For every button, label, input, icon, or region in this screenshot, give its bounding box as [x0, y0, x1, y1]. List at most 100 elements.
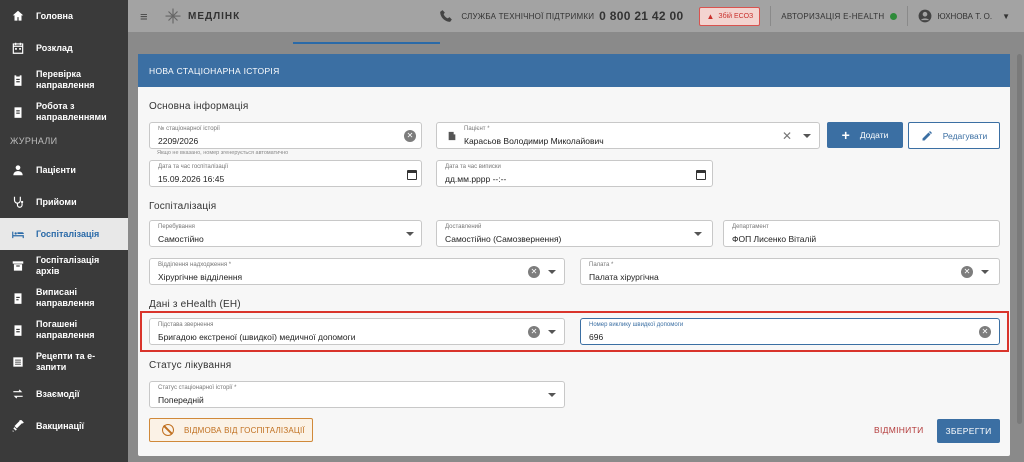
user-name: ЮХНОВА Т. О.: [937, 11, 993, 21]
user-avatar-icon: [918, 9, 931, 23]
active-tab-indicator: [293, 42, 440, 44]
medlink-logo-icon: [165, 8, 181, 24]
chevron-down-icon[interactable]: [694, 232, 702, 236]
admission-datetime-field[interactable]: Дата та час госпіталізації 15.09.2026 16…: [149, 160, 422, 187]
discharge-datetime-field[interactable]: Дата та час виписки дд.мм.рррр --:--: [436, 160, 713, 187]
sidebar-item-label: Госпіталізація архів: [36, 255, 100, 276]
sidebar-item-referrals-work[interactable]: Робота з направленнями: [0, 96, 128, 128]
admission-unit-select[interactable]: Відділення надходження * Хірургічне відд…: [149, 258, 565, 285]
sidebar-item-referral-check[interactable]: Перевірка направлення: [0, 64, 128, 96]
field-label: № стаціонарної історії: [158, 126, 220, 132]
ehealth-auth-status[interactable]: АВТОРИЗАЦІЯ E-HEALTH: [781, 12, 897, 21]
sidebar-item-redeemed-referrals[interactable]: Погашені направлення: [0, 314, 128, 346]
sidebar-item-hospitalization-archive[interactable]: Госпіталізація архів: [0, 250, 128, 282]
sidebar-section-journals: ЖУРНАЛИ: [10, 136, 58, 146]
sidebar-item-prescriptions[interactable]: Рецепти та е-запити: [0, 346, 128, 378]
sidebar-item-home[interactable]: Головна: [0, 0, 128, 32]
close-icon[interactable]: ✕: [782, 129, 792, 143]
logo[interactable]: МЕДЛІНК: [164, 7, 240, 25]
sidebar-item-schedule[interactable]: Розклад: [0, 32, 128, 64]
department-field: Департамент ФОП Лисенко Віталій: [723, 220, 1000, 247]
chevron-down-icon[interactable]: [548, 393, 556, 397]
field-value: Карасьов Володимир Миколайович: [464, 136, 604, 146]
field-value: 15.09.2026 16:45: [158, 174, 225, 184]
basis-select[interactable]: Підстава звернення Бригадою екстреної (ш…: [149, 318, 565, 345]
field-label: Департамент: [732, 224, 769, 230]
chevron-down-icon[interactable]: [981, 270, 989, 274]
clear-icon[interactable]: ✕: [404, 130, 416, 142]
field-label: Відділення надходження *: [158, 262, 232, 268]
field-value: Хірургічне відділення: [158, 272, 243, 282]
clear-icon[interactable]: ✕: [979, 326, 991, 338]
field-label: Пацієнт *: [464, 126, 490, 132]
clipboard-list-icon: [10, 104, 26, 120]
support-block: СЛУЖБА ТЕХНІЧНОЇ ПІДТРИМКИ 0 800 21 42 0…: [439, 9, 683, 23]
refuse-hospitalization-button[interactable]: ВІДМОВА ВІД ГОСПІТАЛІЗАЦІЇ: [149, 418, 313, 442]
sidebar: Головна Розклад Перевірка направлення Ро…: [0, 0, 128, 462]
chevron-down-icon: ▼: [1002, 11, 1010, 21]
edit-patient-button[interactable]: Редагувати: [908, 122, 1000, 149]
sidebar-item-label: Робота з направленнями: [36, 101, 107, 122]
pencil-icon: [922, 130, 932, 140]
archive-icon: [10, 258, 26, 274]
field-value: 2209/2026: [158, 136, 199, 146]
bed-icon: [10, 226, 26, 242]
field-label: Доставлений: [445, 224, 482, 230]
divider: [770, 6, 772, 26]
field-value: Самостійно: [158, 234, 204, 244]
history-number-field[interactable]: № стаціонарної історії 2209/2026 ✕: [149, 122, 422, 149]
ward-select[interactable]: Палата * Палата хірургічна ✕: [580, 258, 1000, 285]
sidebar-item-patients[interactable]: Пацієнти: [0, 154, 128, 186]
sidebar-item-label: Погашені направлення: [36, 319, 95, 340]
sidebar-item-label: Перевірка направлення: [36, 69, 95, 90]
calendar-icon[interactable]: [407, 170, 417, 180]
clipboard-done-icon: [10, 322, 26, 338]
save-button[interactable]: ЗБЕРЕГТИ: [937, 419, 1000, 443]
patient-select[interactable]: Пацієнт * Карасьов Володимир Миколайович…: [436, 122, 820, 149]
history-number-hint: Якщо не вказано, номер згенерується авто…: [157, 150, 289, 156]
sidebar-item-hospitalization[interactable]: Госпіталізація: [0, 218, 128, 250]
esoz-failure-button[interactable]: ▲ Збій ЕСОЗ: [699, 6, 761, 26]
cancel-button[interactable]: ВІДМІНИТИ: [874, 425, 923, 435]
field-value: 696: [589, 332, 604, 342]
ambulance-call-number-field[interactable]: Номер виклику швидкої допомоги 696 ✕: [580, 318, 1000, 345]
add-patient-button[interactable]: + Додати: [827, 122, 903, 148]
phone-icon: [440, 10, 453, 22]
clipboard-check-icon: [10, 72, 26, 88]
new-inpatient-history-dialog: НОВА СТАЦІОНАРНА ІСТОРІЯ Основна інформа…: [138, 54, 1010, 456]
clear-icon[interactable]: ✕: [528, 326, 540, 338]
clear-icon[interactable]: ✕: [961, 266, 973, 278]
sidebar-item-interactions[interactable]: Взаємодії: [0, 378, 128, 410]
prohibited-icon: [162, 424, 174, 436]
chevron-down-icon[interactable]: [803, 134, 811, 138]
stay-select[interactable]: Перебування Самостійно: [149, 220, 422, 247]
menu-collapse-icon[interactable]: ≡: [140, 9, 154, 24]
chevron-down-icon[interactable]: [548, 330, 556, 334]
section-treatment-status: Статус лікування: [149, 360, 232, 371]
support-label: СЛУЖБА ТЕХНІЧНОЇ ПІДТРИМКИ: [461, 11, 595, 21]
calendar-icon[interactable]: [696, 170, 706, 180]
status-dot-icon: [889, 12, 897, 20]
delivered-select[interactable]: Доставлений Самостійно (Самозвернення): [436, 220, 713, 247]
user-menu[interactable]: ЮХНОВА Т. О. ▼: [918, 9, 1010, 23]
field-value: Бригадою екстреної (швидкої) медичної до…: [158, 332, 356, 342]
swap-icon: [10, 386, 26, 402]
sidebar-item-vaccinations[interactable]: Вакцинації: [0, 410, 128, 442]
dialog-title: НОВА СТАЦІОНАРНА ІСТОРІЯ: [149, 65, 280, 76]
chevron-down-icon[interactable]: [406, 232, 414, 236]
section-ehealth: Дані з eHealth (ЕН): [149, 299, 241, 310]
support-phone: 0 800 21 42 00: [599, 9, 684, 23]
scrollbar[interactable]: [1017, 54, 1022, 424]
home-icon: [10, 8, 26, 24]
sidebar-item-label: Пацієнти: [36, 164, 76, 175]
esoz-failure-label: Збій ЕСОЗ: [718, 12, 754, 20]
sidebar-item-issued-referrals[interactable]: Виписані направлення: [0, 282, 128, 314]
clear-icon[interactable]: ✕: [528, 266, 540, 278]
warning-icon: ▲: [706, 11, 715, 21]
chevron-down-icon[interactable]: [548, 270, 556, 274]
sidebar-item-label: Головна: [36, 10, 73, 21]
history-status-select[interactable]: Статус стаціонарної історії * Попередній: [149, 381, 565, 408]
sidebar-item-appointments[interactable]: Прийоми: [0, 186, 128, 218]
sidebar-item-label: Розклад: [36, 42, 73, 53]
stethoscope-icon: [10, 194, 26, 210]
